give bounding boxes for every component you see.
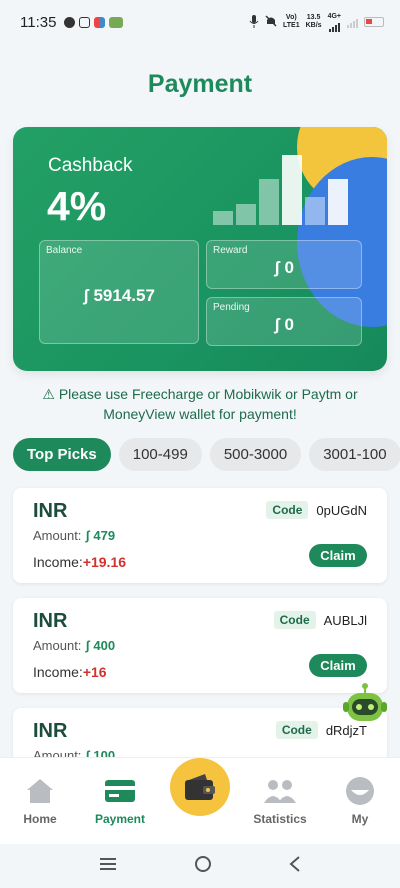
battery-icon	[364, 17, 384, 27]
net-speed-value: 13.5	[306, 14, 321, 21]
signal-label: 4G+	[327, 12, 341, 20]
app-icon	[94, 16, 106, 28]
mic-icon	[249, 14, 259, 30]
decor-bar	[213, 211, 233, 225]
signal-icon	[328, 21, 340, 32]
offer-currency: INR	[33, 500, 68, 522]
nav-wallet[interactable]	[160, 758, 240, 844]
nav-home[interactable]: Home	[0, 758, 80, 844]
reward-label: Reward	[213, 245, 248, 256]
offer-currency: INR	[33, 610, 68, 632]
offer-card: INR Amount: ʃ 479 Income:+19.16 Code 0pUGd…	[13, 488, 387, 583]
volte-bottom: LTE1	[283, 22, 300, 29]
page-title: Payment	[147, 70, 253, 98]
nav-payment[interactable]: Payment	[80, 758, 160, 844]
code-value: 0pUGdN	[316, 502, 367, 518]
card-icon	[104, 776, 136, 806]
claim-button[interactable]: Claim	[309, 544, 367, 567]
status-time: 11:35	[20, 13, 57, 31]
pay-icon	[109, 16, 124, 28]
nav-payment-label: Payment	[94, 812, 146, 826]
balance-value: ʃ 5914.57	[83, 286, 155, 305]
amount-label: Amount:	[33, 638, 82, 653]
reward-box: Reward ʃ 0	[206, 240, 362, 289]
facebook-icon	[64, 16, 76, 28]
wallet-icon	[170, 758, 230, 816]
offer-amount: Amount: ʃ 400	[33, 638, 115, 653]
mute-icon	[265, 15, 277, 29]
offer-card: INR Amount: ʃ 400 Income:+16 Code AUBLJl C…	[13, 598, 387, 693]
offer-income: Income:+19.16	[33, 554, 126, 570]
offer-code: Code 0pUGdN	[266, 501, 367, 519]
code-tag: Code	[266, 501, 309, 519]
decor-bar	[282, 155, 302, 225]
tab-top-picks[interactable]: Top Picks	[13, 438, 111, 471]
pending-value: ʃ 0	[274, 315, 294, 334]
signal-2-icon	[347, 17, 358, 28]
system-nav	[0, 844, 400, 888]
back-icon[interactable]	[289, 855, 301, 878]
offer-currency: INR	[33, 720, 68, 742]
status-right: Vo) LTE1 13.5 KB/s 4G+	[249, 13, 384, 32]
home-button-icon[interactable]	[194, 855, 212, 878]
amount-label: Amount:	[33, 528, 82, 543]
pending-label: Pending	[213, 302, 250, 313]
income-label: Income:	[33, 664, 83, 680]
net-speed: 13.5 KB/s	[306, 14, 322, 30]
code-tag: Code	[273, 611, 316, 629]
tab-100-499[interactable]: 100-499	[118, 438, 202, 471]
code-tag: Code	[275, 721, 318, 739]
tab-3001-100[interactable]: 3001-100	[309, 438, 400, 471]
balance-box: Balance ʃ 5914.57	[39, 240, 199, 344]
tab-500-3000[interactable]: 500-3000	[209, 438, 302, 471]
income-label: Income:	[33, 554, 83, 570]
income-value: +16	[82, 664, 107, 680]
nav-my[interactable]: My	[320, 758, 400, 844]
volte-indicator: Vo) LTE1	[283, 14, 300, 30]
home-icon	[25, 776, 55, 806]
support-robot-icon[interactable]	[341, 680, 389, 728]
balance-label: Balance	[46, 245, 83, 256]
decor-bar	[236, 204, 256, 225]
decor-bar-chart	[213, 155, 353, 225]
status-bar: 11:35 Vo) LTE1 13.5 KB/s 4G+	[0, 0, 400, 44]
profile-icon	[345, 776, 375, 806]
code-value: AUBLJl	[323, 612, 367, 628]
people-icon	[263, 776, 297, 806]
offer-income: Income:+16	[33, 664, 107, 680]
recents-icon[interactable]	[99, 857, 117, 876]
decor-bar	[328, 179, 348, 225]
amount-value: ʃ 400	[85, 638, 116, 653]
pending-box: Pending ʃ 0	[206, 297, 362, 346]
offer-amount: Amount: ʃ 479	[33, 528, 115, 543]
income-value: +19.16	[82, 554, 127, 570]
decor-bar	[305, 197, 325, 225]
claim-button[interactable]: Claim	[309, 654, 367, 677]
amount-tabs: Top Picks 100-499 500-3000 3001-100	[13, 438, 400, 471]
nav-home-label: Home	[23, 812, 57, 826]
screenshot-icon	[79, 16, 91, 28]
signal-group: 4G+	[328, 13, 341, 32]
net-speed-unit: KB/s	[305, 22, 322, 29]
offer-code: Code AUBLJl	[273, 611, 367, 629]
nav-my-label: My	[351, 812, 369, 826]
volte-top: Vo)	[285, 14, 297, 21]
nav-statistics-label: Statistics	[253, 812, 307, 826]
notification-icons	[64, 16, 124, 28]
cashback-card: Cashback 4% Balance ʃ 5914.57 Reward ʃ 0…	[13, 127, 387, 371]
bottom-nav: Home Payment Statistics My	[0, 757, 400, 844]
amount-value: ʃ 479	[85, 528, 116, 543]
nav-statistics[interactable]: Statistics	[240, 758, 320, 844]
cashback-value: 4%	[47, 183, 107, 229]
decor-bar	[259, 179, 279, 225]
reward-value: ʃ 0	[274, 258, 294, 277]
cashback-label: Cashback	[48, 155, 133, 176]
wallet-notice: ⚠ Please use Freecharge or Mobikwik or P…	[42, 386, 358, 422]
